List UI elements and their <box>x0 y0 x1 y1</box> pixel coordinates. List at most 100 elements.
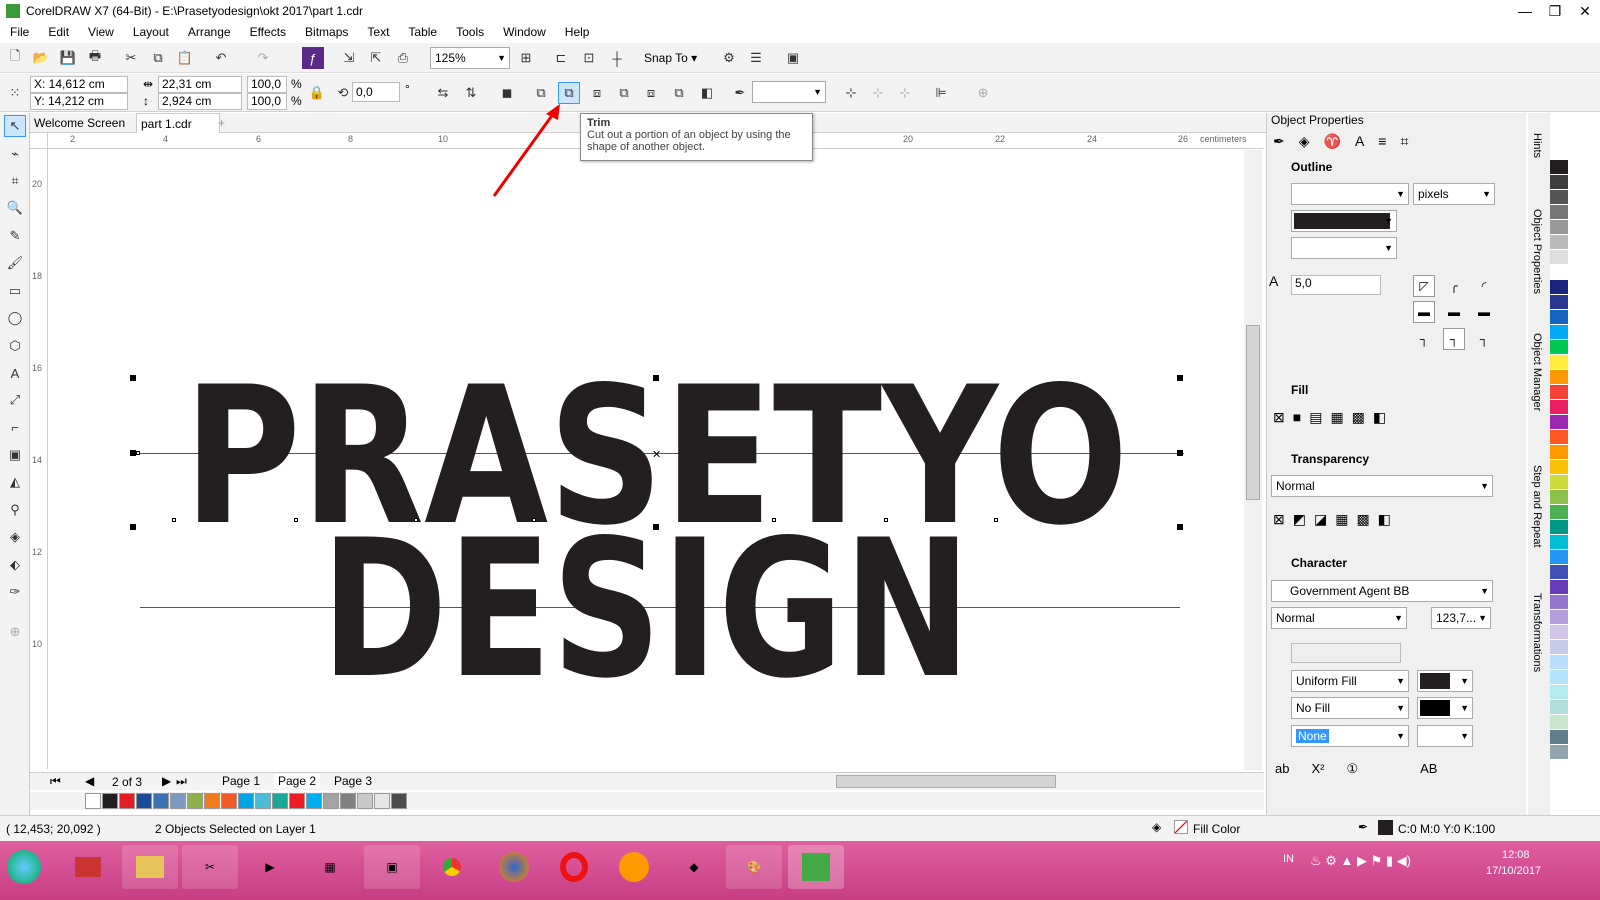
options-icon[interactable]: ⚙ <box>718 47 740 69</box>
pattern-fill-icon[interactable]: ▦ <box>1330 409 1343 426</box>
cut-icon[interactable]: ✂ <box>120 47 142 69</box>
outline-width-dropdown[interactable]: ▼ <box>1291 183 1409 205</box>
palette-swatch[interactable] <box>221 793 237 809</box>
outline-section-header[interactable]: Outline <box>1267 157 1517 177</box>
undo-icon[interactable]: ↶ <box>210 47 232 69</box>
color-swatch[interactable] <box>1550 490 1568 505</box>
tab-hints[interactable]: Hints <box>1531 133 1543 158</box>
freehand-tool-icon[interactable]: ✎ <box>4 225 26 247</box>
create-boundary-icon[interactable]: ◧ <box>696 82 718 104</box>
guidelines-icon[interactable]: ┼ <box>606 47 628 69</box>
palette-swatch[interactable] <box>323 793 339 809</box>
palette-swatch[interactable] <box>204 793 220 809</box>
outline-color-picker[interactable]: ▼ <box>1291 210 1397 232</box>
text-outline-dropdown[interactable]: None ▼ <box>1291 725 1409 747</box>
position-center-icon[interactable]: ┐ <box>1443 328 1465 350</box>
tab-object-properties[interactable]: Object Properties <box>1531 209 1543 294</box>
color-swatch[interactable] <box>1550 415 1568 430</box>
node[interactable] <box>414 518 418 522</box>
color-swatch[interactable] <box>1550 580 1568 595</box>
color-swatch[interactable] <box>1550 565 1568 580</box>
outline-units-dropdown[interactable]: pixels ▼ <box>1413 183 1495 205</box>
color-swatch[interactable] <box>1550 685 1568 700</box>
text-outline-color-picker[interactable]: ▼ <box>1417 725 1473 747</box>
palette-swatch[interactable] <box>340 793 356 809</box>
corner-round-icon[interactable]: ╭ <box>1443 275 1465 297</box>
pattern-transparency-icon[interactable]: ▦ <box>1335 511 1348 528</box>
color-swatch[interactable] <box>1550 520 1568 535</box>
selection-handle[interactable] <box>1177 450 1183 456</box>
color-swatch[interactable] <box>1550 220 1568 235</box>
next-page-icon[interactable]: ▶ <box>162 774 171 788</box>
outline-pen-icon[interactable]: ✒ <box>1273 133 1285 150</box>
character-section-header[interactable]: Character <box>1267 553 1517 573</box>
palette-swatch[interactable] <box>85 793 101 809</box>
color-swatch[interactable] <box>1550 310 1568 325</box>
font-family-dropdown[interactable]: Government Agent BB ▼ <box>1271 580 1493 602</box>
start-button[interactable] <box>0 845 48 889</box>
height-field[interactable]: 2,924 cm <box>158 93 242 110</box>
color-swatch[interactable] <box>1550 730 1568 745</box>
media-player-icon[interactable]: ▶ <box>242 845 298 889</box>
intersect-icon[interactable]: ⧈ <box>586 82 608 104</box>
width-field[interactable]: 22,31 cm <box>158 76 242 93</box>
palette-swatch[interactable] <box>289 793 305 809</box>
outline-width-combo[interactable]: ▼ <box>752 81 826 103</box>
print-icon[interactable]: 🖶 <box>84 47 106 69</box>
fountain-fill-icon[interactable]: ▤ <box>1309 409 1322 426</box>
front-minus-back-icon[interactable]: ⧈ <box>640 82 662 104</box>
color-swatch[interactable] <box>1550 745 1568 760</box>
rotate-icon[interactable]: ⟲ <box>332 82 354 104</box>
tab-welcome-screen[interactable]: Welcome Screen <box>30 113 129 133</box>
menu-file[interactable]: File <box>10 25 29 39</box>
horizontal-scroll-thumb[interactable] <box>836 775 1056 788</box>
ungroup-icon[interactable]: ⊹ <box>894 82 916 104</box>
palette-swatch[interactable] <box>153 793 169 809</box>
welcome-screen-icon[interactable]: ▣ <box>782 47 804 69</box>
cap-butt-icon[interactable]: ▬ <box>1413 301 1435 323</box>
align-distribute-icon[interactable]: ⊫ <box>930 82 952 104</box>
opera-icon[interactable] <box>546 845 602 889</box>
outline-tool-icon[interactable]: ✑ <box>4 581 26 603</box>
palette-swatch[interactable] <box>136 793 152 809</box>
node[interactable] <box>994 518 998 522</box>
palette-swatch[interactable] <box>102 793 118 809</box>
scale-y-field[interactable]: 100,0 <box>247 93 287 110</box>
drawing-canvas[interactable]: PRASETYO DESIGN ✕ <box>48 150 1244 770</box>
color-swatch[interactable] <box>1550 160 1568 175</box>
color-swatch[interactable] <box>1550 400 1568 415</box>
paragraph-icon[interactable]: ≡ <box>1378 133 1386 150</box>
coreldraw-taskbar-icon[interactable] <box>788 845 844 889</box>
selection-handle[interactable] <box>653 524 659 530</box>
color-swatch[interactable] <box>1550 250 1568 265</box>
scale-x-field[interactable]: 100,0 <box>247 76 287 93</box>
save-icon[interactable]: 💾 <box>57 47 79 69</box>
transparency-mode-dropdown[interactable]: Normal ▼ <box>1271 475 1493 497</box>
color-swatch[interactable] <box>1550 715 1568 730</box>
color-swatch[interactable] <box>1550 205 1568 220</box>
object-origin-icon[interactable]: ⁙ <box>4 82 26 104</box>
color-swatch[interactable] <box>1550 370 1568 385</box>
mirror-horizontal-icon[interactable]: ⇆ <box>432 82 454 104</box>
node[interactable] <box>294 518 298 522</box>
color-swatch[interactable] <box>1550 325 1568 340</box>
color-swatch[interactable] <box>1550 670 1568 685</box>
ellipse-tool-icon[interactable]: ◯ <box>4 307 26 329</box>
kerning-field[interactable] <box>1291 643 1401 663</box>
menu-edit[interactable]: Edit <box>48 25 69 39</box>
character-icon[interactable]: A <box>1355 133 1364 150</box>
new-icon[interactable]: 🗋 <box>4 47 26 69</box>
new-tab-icon[interactable]: + <box>214 113 229 133</box>
page-tab-3[interactable]: Page 3 <box>330 774 376 788</box>
search-content-icon[interactable]: ƒ <box>302 47 324 69</box>
vertical-scrollbar[interactable] <box>1244 150 1262 770</box>
no-fill-swatch[interactable] <box>1174 820 1188 834</box>
uppercase-icon[interactable]: AB <box>1420 761 1437 777</box>
position-inside-icon[interactable]: ┐ <box>1473 328 1495 350</box>
selection-handle[interactable] <box>130 375 136 381</box>
lock-ratio-icon[interactable]: 🔒 <box>306 82 328 104</box>
selection-handle[interactable] <box>653 375 659 381</box>
create-arc-icon[interactable]: ⊹ <box>840 82 862 104</box>
clock-date[interactable]: 17/10/2017 <box>1486 865 1541 877</box>
two-color-transparency-icon[interactable]: ◧ <box>1378 511 1391 528</box>
